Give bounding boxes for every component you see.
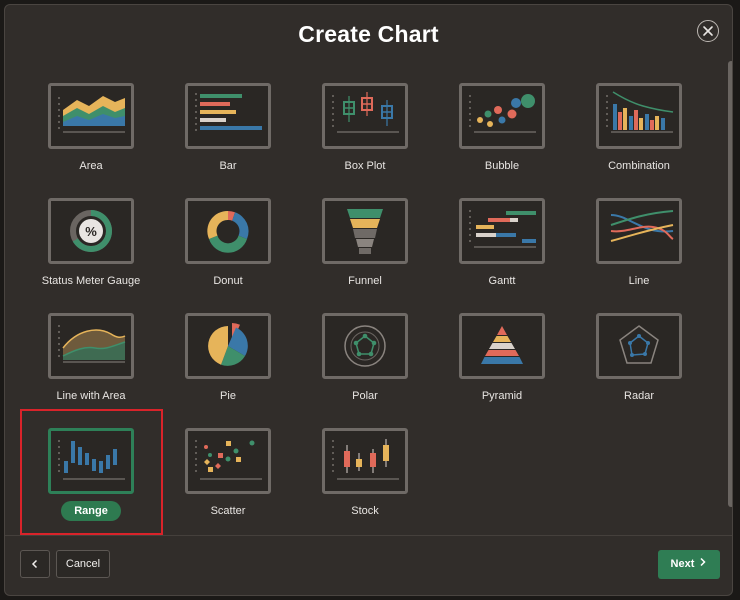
pyramid-chart-icon — [459, 313, 545, 379]
chart-type-label: Combination — [608, 160, 670, 172]
chart-type-label: Bar — [219, 160, 237, 172]
back-button[interactable] — [20, 550, 50, 578]
chart-type-label: Donut — [213, 275, 243, 287]
chart-type-stock[interactable]: Stock — [294, 420, 431, 530]
chart-type-label: Box Plot — [344, 160, 386, 172]
bar-chart-icon — [185, 83, 271, 149]
chart-type-label: Scatter — [210, 505, 246, 517]
chevron-right-icon — [700, 557, 707, 567]
chart-type-label: Stock — [351, 505, 379, 517]
area-chart-icon — [48, 83, 134, 149]
dialog-title: Create Chart — [298, 21, 439, 47]
chart-type-label: Radar — [624, 390, 654, 402]
chart-type-label: Status Meter Gauge — [41, 275, 141, 287]
chart-type-funnel[interactable]: Funnel — [294, 190, 431, 300]
next-button-label: Next — [670, 558, 695, 570]
line-chart-icon — [596, 198, 682, 264]
chart-type-radar[interactable]: Radar — [568, 305, 705, 415]
stock-chart-icon — [322, 428, 408, 494]
next-button[interactable]: Next — [658, 550, 720, 579]
box-plot-chart-icon — [322, 83, 408, 149]
line-with-area-chart-icon — [48, 313, 134, 379]
bubble-chart-icon — [459, 83, 545, 149]
svg-text:%: % — [85, 224, 97, 239]
chart-type-label: Pie — [220, 390, 236, 402]
scrollbar[interactable] — [728, 61, 732, 507]
selection-highlight — [20, 409, 163, 535]
close-icon[interactable] — [697, 20, 719, 42]
donut-chart-icon — [185, 198, 271, 264]
chart-type-gantt[interactable]: Gantt — [431, 190, 568, 300]
chart-type-area[interactable]: Area — [20, 75, 157, 185]
cancel-button[interactable]: Cancel — [56, 550, 110, 578]
create-chart-dialog: Create Chart Area Bar Box Plot Bubble Co… — [4, 4, 733, 596]
chevron-left-icon — [31, 559, 38, 569]
chart-type-label: Area — [79, 160, 103, 172]
chart-type-scatter[interactable]: Scatter — [157, 420, 294, 530]
chart-type-bubble[interactable]: Bubble — [431, 75, 568, 185]
chart-type-label: Polar — [352, 390, 378, 402]
chart-type-polar[interactable]: Polar — [294, 305, 431, 415]
chart-type-bar[interactable]: Bar — [157, 75, 294, 185]
chart-type-label: Line — [628, 275, 650, 287]
gantt-chart-icon — [459, 198, 545, 264]
chart-type-box-plot[interactable]: Box Plot — [294, 75, 431, 185]
chart-type-donut[interactable]: Donut — [157, 190, 294, 300]
chart-type-combination[interactable]: Combination — [568, 75, 705, 185]
chart-type-label: Pyramid — [481, 390, 523, 402]
chart-type-line-with-area[interactable]: Line with Area — [20, 305, 157, 415]
chart-type-label: Gantt — [488, 275, 516, 287]
chart-type-label: Line with Area — [56, 390, 126, 402]
polar-chart-icon — [322, 313, 408, 379]
radar-chart-icon — [596, 313, 682, 379]
combination-chart-icon — [596, 83, 682, 149]
chart-type-line[interactable]: Line — [568, 190, 705, 300]
funnel-chart-icon — [322, 198, 408, 264]
chart-type-pyramid[interactable]: Pyramid — [431, 305, 568, 415]
status-meter-gauge-icon: % — [48, 198, 134, 264]
chart-type-label: Funnel — [348, 275, 382, 287]
chart-type-status-meter-gauge[interactable]: % Status Meter Gauge — [20, 190, 157, 300]
footer-divider — [5, 535, 732, 536]
scatter-chart-icon — [185, 428, 271, 494]
chart-type-label: Bubble — [484, 160, 520, 172]
pie-chart-icon — [185, 313, 271, 379]
chart-type-pie[interactable]: Pie — [157, 305, 294, 415]
